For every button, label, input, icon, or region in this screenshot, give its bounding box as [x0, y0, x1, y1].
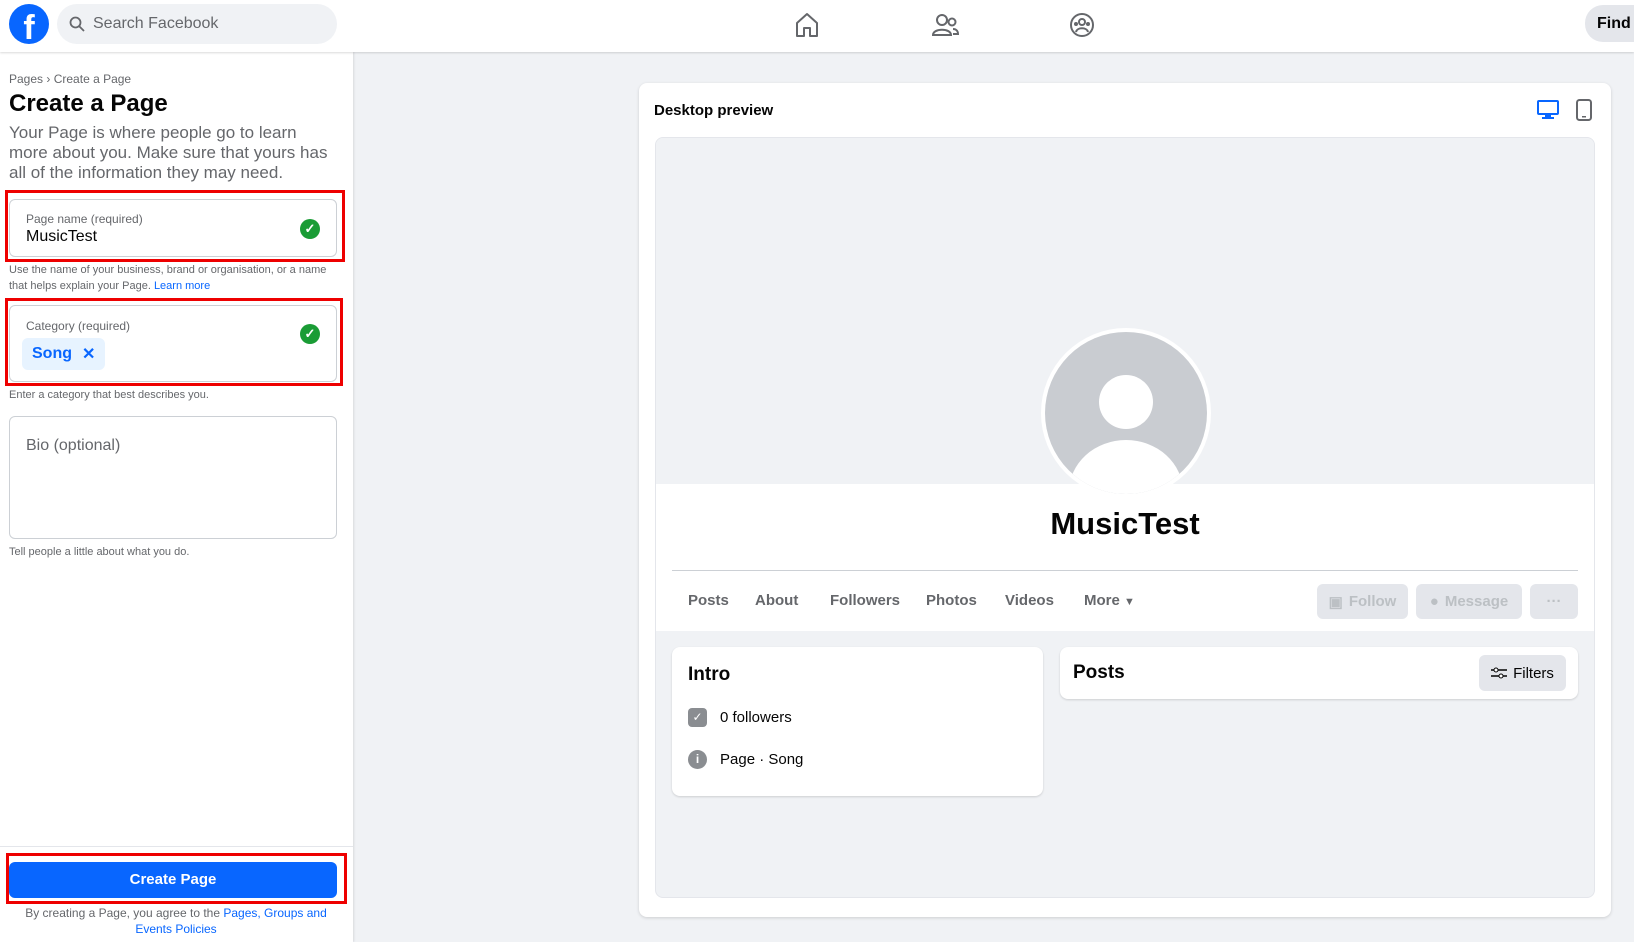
groups-icon[interactable] [1067, 10, 1097, 40]
tab-more-label: More [1084, 592, 1120, 609]
check-icon: ✓ [300, 324, 320, 344]
avatar [1041, 328, 1211, 498]
category-help: Enter a category that best describes you… [9, 389, 209, 401]
category-label: Category (required) [26, 319, 131, 333]
find-friends-button[interactable]: Find f [1585, 5, 1634, 42]
intro-title: Intro [688, 664, 731, 685]
tab-followers[interactable]: Followers [830, 592, 900, 609]
bio-textarea[interactable]: Bio (optional) [9, 416, 337, 539]
filters-icon [1491, 667, 1508, 679]
preview-page-name: MusicTest [1050, 506, 1200, 541]
divider [0, 846, 353, 847]
preview-title: Desktop preview [654, 102, 774, 119]
breadcrumb-pages[interactable]: Pages [9, 72, 43, 86]
category-chip: Song ✕ [22, 338, 106, 370]
desktop-icon[interactable] [1537, 100, 1559, 120]
search-icon [69, 16, 85, 32]
breadcrumb: Pages › Create a Page [9, 72, 131, 86]
breadcrumb-current: Create a Page [53, 72, 132, 86]
tab-posts[interactable]: Posts [688, 592, 729, 609]
friends-icon[interactable] [930, 10, 960, 40]
profile-placeholder-icon [1045, 332, 1207, 494]
check-icon: ✓ [300, 219, 320, 239]
follow-button[interactable]: ▣ Follow [1317, 584, 1408, 619]
category-chip-label: Song [32, 345, 72, 362]
terms-prefix: By creating a Page, you agree to the [25, 906, 224, 920]
remove-icon[interactable]: ✕ [82, 344, 95, 364]
follow-icon: ▣ [1328, 593, 1343, 611]
category-field[interactable]: Category (required) Song ✕ ✓ [9, 305, 337, 382]
home-icon[interactable] [792, 10, 822, 40]
page-description: Your Page is where people go to learn mo… [9, 123, 328, 182]
posts-card: Posts Filters [1060, 647, 1578, 699]
create-page-button[interactable]: Create Page [9, 862, 337, 898]
page-name-help: Use the name of your business, brand or … [9, 262, 339, 294]
tab-more[interactable]: More ▼ [1084, 592, 1135, 609]
page-title: Create a Page [9, 90, 168, 117]
terms-text: By creating a Page, you agree to the Pag… [6, 905, 346, 937]
tab-videos[interactable]: Videos [1005, 592, 1054, 609]
tab-about[interactable]: About [755, 592, 798, 609]
intro-card: Intro ✓ 0 followers i Page · Song [672, 647, 1043, 796]
bio-placeholder: Bio (optional) [26, 437, 121, 454]
learn-more-link[interactable]: Learn more [154, 280, 210, 292]
facebook-logo[interactable]: f [9, 4, 49, 44]
message-label: Message [1444, 593, 1509, 610]
page-name-value: MusicTest [26, 228, 98, 245]
caret-down-icon: ▼ [1124, 596, 1135, 608]
posts-title: Posts [1073, 662, 1125, 683]
search-placeholder: Search Facebook [93, 15, 219, 32]
followers-count: 0 followers [720, 709, 792, 726]
top-navigation-bar: f Search Facebook Find f [0, 0, 1634, 52]
filters-label: Filters [1513, 664, 1554, 682]
page-category-text: Page · Song [720, 751, 804, 768]
breadcrumb-separator: › [46, 72, 51, 86]
page-name-field[interactable]: Page name (required) MusicTest ✓ [9, 199, 337, 257]
page-name-label: Page name (required) [26, 212, 143, 226]
more-options-button[interactable]: ··· [1530, 584, 1578, 619]
search-input[interactable]: Search Facebook [57, 4, 337, 44]
bio-help: Tell people a little about what you do. [9, 546, 190, 558]
divider [672, 570, 1578, 571]
messenger-icon: ● [1429, 593, 1439, 610]
follow-label: Follow [1348, 593, 1397, 610]
tab-photos[interactable]: Photos [926, 592, 977, 609]
filters-button[interactable]: Filters [1479, 655, 1566, 691]
followers-icon: ✓ [688, 708, 707, 727]
info-icon: i [688, 750, 707, 769]
mobile-icon[interactable] [1576, 99, 1592, 121]
message-button[interactable]: ● Message [1416, 584, 1522, 619]
